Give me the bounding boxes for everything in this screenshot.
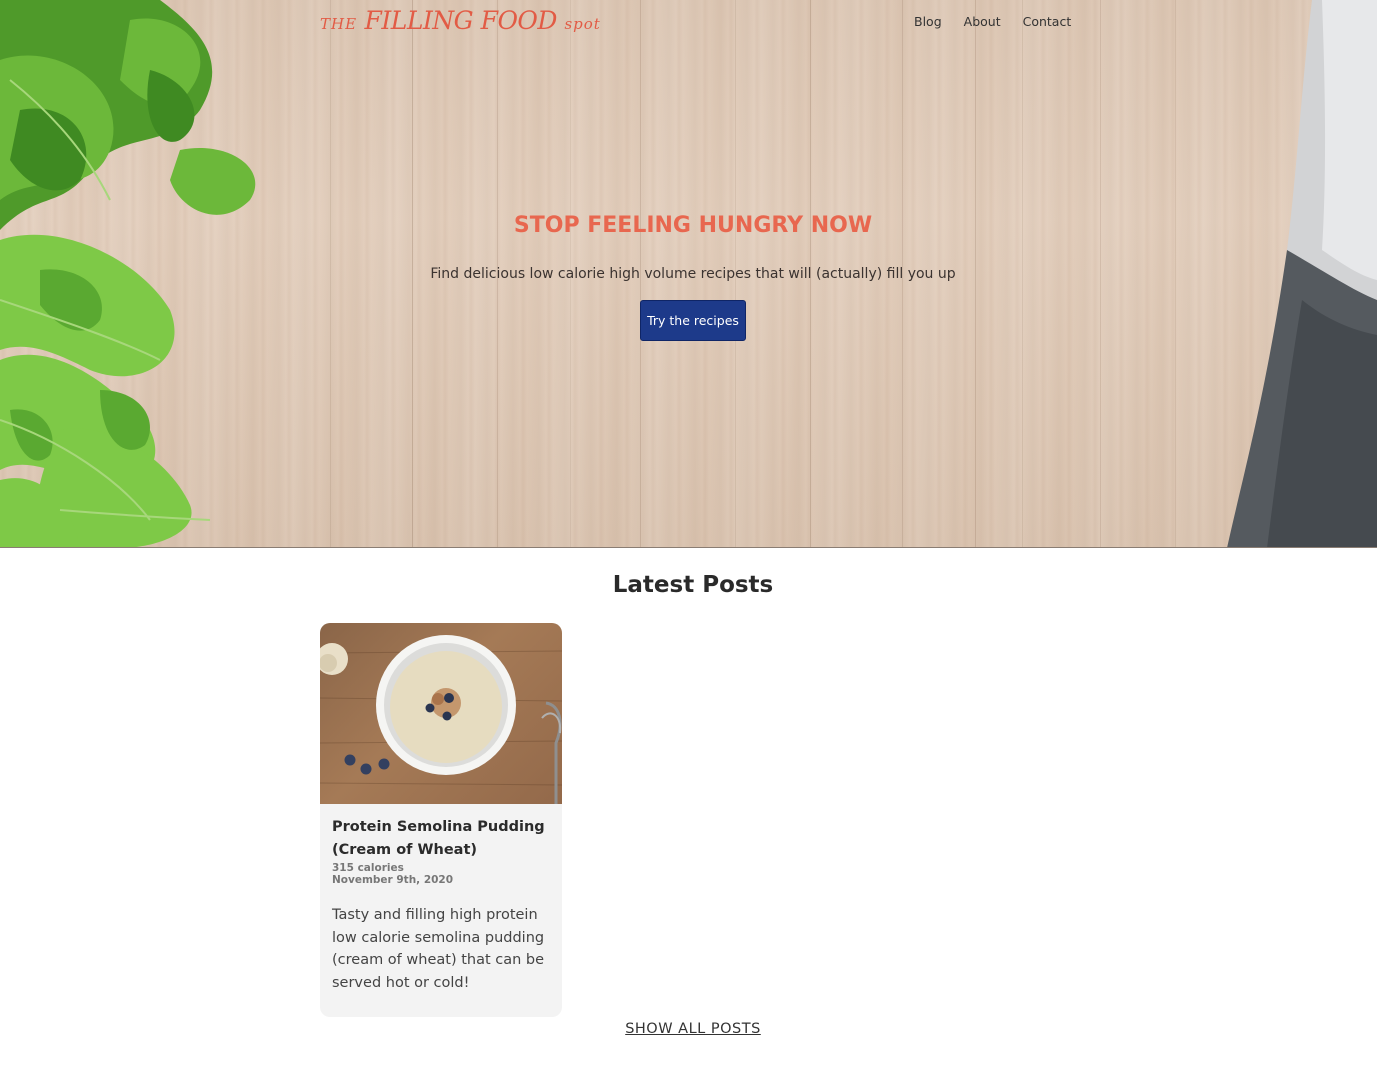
post-date: November 9th, 2020 <box>332 874 454 886</box>
post-thumbnail[interactable] <box>320 623 562 804</box>
show-all-posts: SHOW ALL POSTS <box>0 1021 1377 1037</box>
show-all-posts-link[interactable]: SHOW ALL POSTS <box>625 1021 761 1037</box>
main-nav: Blog About Contact <box>914 14 1071 29</box>
try-recipes-button[interactable]: Try the recipes <box>640 300 746 341</box>
post-card[interactable]: Protein Semolina Pudding (Cream of Wheat… <box>320 623 562 1017</box>
logo-main: FILLING FOOD <box>364 6 558 35</box>
latest-posts-heading: Latest Posts <box>612 572 774 598</box>
post-title[interactable]: Protein Semolina Pudding (Cream of Wheat… <box>332 816 550 862</box>
nav-link-blog[interactable]: Blog <box>914 14 942 29</box>
hero-banner: THE FILLING FOOD spot Blog About Contact… <box>0 0 1377 548</box>
hero-subtitle: Find delicious low calorie high volume r… <box>430 266 956 282</box>
nav-link-about[interactable]: About <box>964 14 1001 29</box>
site-logo[interactable]: THE FILLING FOOD spot <box>320 4 610 38</box>
logo-prefix: THE <box>320 15 358 33</box>
nav-link-contact[interactable]: Contact <box>1023 14 1072 29</box>
post-card-body: Protein Semolina Pudding (Cream of Wheat… <box>332 816 550 994</box>
hero-title: STOP FEELING HUNGRY NOW <box>513 213 873 238</box>
post-excerpt: Tasty and filling high protein low calor… <box>332 907 545 991</box>
semolina-pudding-image <box>320 635 562 804</box>
post-calories: 315 calories <box>332 862 404 874</box>
logo-suffix: spot <box>564 15 601 33</box>
